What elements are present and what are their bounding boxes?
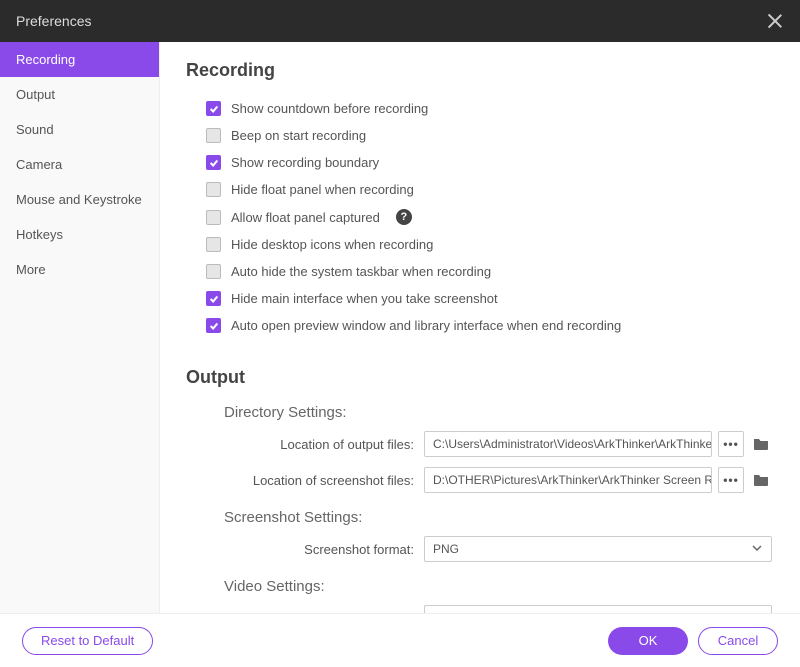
checkbox-hide-panel[interactable] — [206, 182, 221, 197]
video-format-label: Video format: — [224, 611, 424, 614]
option-label: Beep on start recording — [231, 128, 366, 143]
ok-button[interactable]: OK — [608, 627, 688, 655]
option-label: Auto open preview window and library int… — [231, 318, 621, 333]
sidebar-item-recording[interactable]: Recording — [0, 42, 159, 77]
option-label: Hide float panel when recording — [231, 182, 414, 197]
option-hide-icons: Hide desktop icons when recording — [206, 231, 772, 258]
sidebar-item-hotkeys[interactable]: Hotkeys — [0, 217, 159, 252]
sidebar: Recording Output Sound Camera Mouse and … — [0, 42, 160, 613]
option-label: Auto hide the system taskbar when record… — [231, 264, 491, 279]
screenshot-subhead: Screenshot Settings: — [224, 509, 772, 526]
screenshot-location-field[interactable]: D:\OTHER\Pictures\ArkThinker\ArkThinker … — [424, 467, 712, 493]
sidebar-item-camera[interactable]: Camera — [0, 147, 159, 182]
video-subhead: Video Settings: — [224, 578, 772, 595]
checkbox-auto-preview[interactable] — [206, 318, 221, 333]
directory-subhead: Directory Settings: — [224, 404, 772, 421]
output-location-field[interactable]: C:\Users\Administrator\Videos\ArkThinker… — [424, 431, 712, 457]
window-title: Preferences — [16, 13, 766, 29]
option-label: Hide main interface when you take screen… — [231, 291, 498, 306]
option-label: Allow float panel captured — [231, 210, 380, 225]
sidebar-item-sound[interactable]: Sound — [0, 112, 159, 147]
option-hide-panel: Hide float panel when recording — [206, 176, 772, 203]
content-scroll[interactable]: Recording Show countdown before recordin… — [160, 42, 800, 613]
option-hide-main: Hide main interface when you take screen… — [206, 285, 772, 312]
option-allow-capture: Allow float panel captured ? — [206, 203, 772, 231]
output-location-label: Location of output files: — [224, 437, 424, 452]
chevron-down-icon — [751, 542, 763, 557]
open-screenshot-folder-icon[interactable] — [750, 467, 772, 493]
section-recording-heading: Recording — [186, 60, 772, 81]
option-label: Show countdown before recording — [231, 101, 428, 116]
video-format-select[interactable]: MP4 — [424, 605, 772, 613]
titlebar: Preferences — [0, 0, 800, 42]
option-countdown: Show countdown before recording — [206, 95, 772, 122]
checkbox-allow-capture[interactable] — [206, 210, 221, 225]
window-body: Recording Output Sound Camera Mouse and … — [0, 42, 800, 613]
recording-options: Show countdown before recording Beep on … — [186, 95, 772, 339]
row-output-location: Location of output files: C:\Users\Admin… — [186, 431, 772, 457]
row-screenshot-location: Location of screenshot files: D:\OTHER\P… — [186, 467, 772, 493]
option-hide-taskbar: Auto hide the system taskbar when record… — [206, 258, 772, 285]
checkbox-hide-taskbar[interactable] — [206, 264, 221, 279]
sidebar-item-mouse[interactable]: Mouse and Keystroke — [0, 182, 159, 217]
screenshot-format-select[interactable]: PNG — [424, 536, 772, 562]
section-output-heading: Output — [186, 367, 772, 388]
video-format-value: MP4 — [433, 611, 458, 613]
row-screenshot-format: Screenshot format: PNG — [186, 536, 772, 562]
checkbox-countdown[interactable] — [206, 101, 221, 116]
browse-screenshot-button[interactable]: ••• — [718, 467, 744, 493]
option-beep: Beep on start recording — [206, 122, 772, 149]
screenshot-format-label: Screenshot format: — [224, 542, 424, 557]
screenshot-location-label: Location of screenshot files: — [224, 473, 424, 488]
cancel-button[interactable]: Cancel — [698, 627, 778, 655]
sidebar-item-output[interactable]: Output — [0, 77, 159, 112]
checkbox-beep[interactable] — [206, 128, 221, 143]
option-boundary: Show recording boundary — [206, 149, 772, 176]
screenshot-format-value: PNG — [433, 542, 459, 556]
chevron-down-icon — [751, 611, 763, 614]
footer: Reset to Default OK Cancel — [0, 613, 800, 667]
help-icon[interactable]: ? — [396, 209, 412, 225]
reset-button[interactable]: Reset to Default — [22, 627, 153, 655]
row-video-format: Video format: MP4 — [186, 605, 772, 613]
option-label: Hide desktop icons when recording — [231, 237, 433, 252]
checkbox-hide-icons[interactable] — [206, 237, 221, 252]
browse-output-button[interactable]: ••• — [718, 431, 744, 457]
checkbox-hide-main[interactable] — [206, 291, 221, 306]
sidebar-item-more[interactable]: More — [0, 252, 159, 287]
checkbox-boundary[interactable] — [206, 155, 221, 170]
open-output-folder-icon[interactable] — [750, 431, 772, 457]
option-auto-preview: Auto open preview window and library int… — [206, 312, 772, 339]
close-icon[interactable] — [766, 12, 784, 30]
option-label: Show recording boundary — [231, 155, 379, 170]
